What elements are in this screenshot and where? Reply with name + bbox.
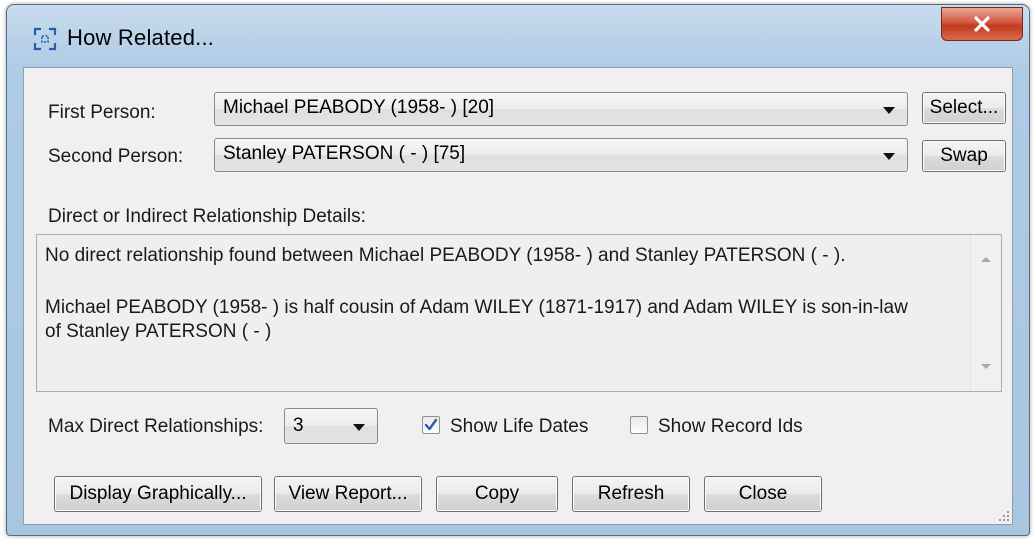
details-scrollbar[interactable] (970, 235, 1001, 391)
copy-button[interactable]: Copy (436, 476, 558, 512)
second-person-label: Second Person: (48, 146, 184, 167)
select-button[interactable]: Select... (922, 92, 1006, 124)
show-life-dates-label[interactable]: Show Life Dates (450, 416, 588, 438)
window-close-button[interactable] (941, 7, 1023, 41)
title-bar[interactable]: How Related... (7, 5, 1029, 67)
relationship-details-label: Direct or Indirect Relationship Details: (48, 206, 366, 227)
view-report-button[interactable]: View Report... (274, 476, 422, 512)
window-title: How Related... (67, 25, 215, 50)
how-related-app-icon (33, 27, 57, 51)
show-record-ids-label[interactable]: Show Record Ids (658, 416, 803, 438)
max-direct-relationships-label: Max Direct Relationships: (48, 416, 264, 437)
scroll-down-arrow-icon[interactable] (981, 364, 991, 369)
max-direct-relationships-value: 3 (293, 415, 304, 436)
second-person-dropdown[interactable]: Stanley PATERSON ( - ) [75] (214, 138, 908, 172)
max-direct-relationships-dropdown[interactable]: 3 (284, 408, 378, 444)
checkmark-icon (424, 418, 438, 431)
scroll-up-arrow-icon[interactable] (981, 257, 991, 262)
first-person-label: First Person: (48, 102, 156, 123)
swap-button[interactable]: Swap (922, 140, 1006, 172)
display-graphically-button[interactable]: Display Graphically... (54, 476, 262, 512)
how-related-dialog: How Related... First Person: Michael PEA… (6, 4, 1030, 536)
resize-grip-icon[interactable] (996, 508, 1010, 522)
show-record-ids-checkbox[interactable] (630, 416, 648, 434)
details-line: Michael PEABODY (1958- ) is half cousin … (45, 297, 908, 318)
chevron-down-icon (883, 107, 895, 114)
relationship-details-text[interactable]: No direct relationship found between Mic… (36, 234, 1002, 392)
details-line: No direct relationship found between Mic… (45, 245, 846, 266)
first-person-value: Michael PEABODY (1958- ) [20] (223, 97, 495, 118)
dialog-body: First Person: Michael PEABODY (1958- ) [… (23, 67, 1013, 525)
chevron-down-icon (353, 424, 365, 431)
close-button[interactable]: Close (704, 476, 822, 512)
details-line: of Stanley PATERSON ( - ) (45, 321, 272, 342)
refresh-button[interactable]: Refresh (572, 476, 690, 512)
second-person-value: Stanley PATERSON ( - ) [75] (223, 143, 466, 164)
chevron-down-icon (883, 153, 895, 160)
first-person-dropdown[interactable]: Michael PEABODY (1958- ) [20] (214, 92, 908, 126)
close-x-icon (974, 16, 990, 32)
show-life-dates-checkbox[interactable] (422, 416, 440, 434)
